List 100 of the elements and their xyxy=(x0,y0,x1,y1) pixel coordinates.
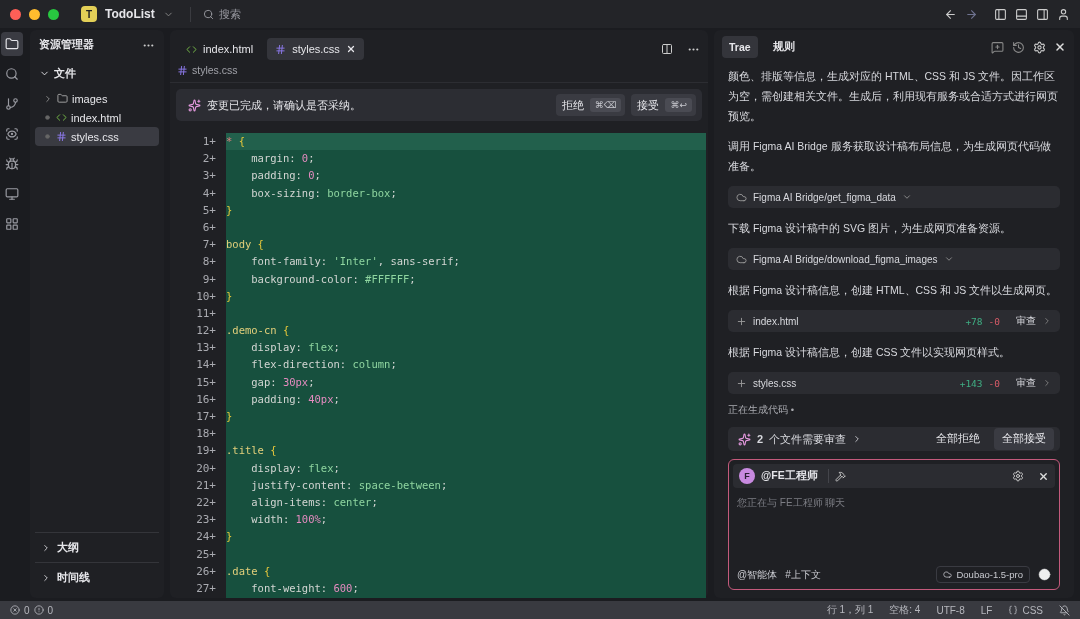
dot-icon xyxy=(45,134,50,139)
agent-avatar: F xyxy=(739,468,755,484)
error-count: 0 xyxy=(24,604,30,616)
code-line: .date { xyxy=(226,563,272,579)
chevron-right-icon xyxy=(1042,316,1052,327)
code-line: display: flex; xyxy=(250,340,341,356)
settings-icon[interactable] xyxy=(1012,470,1024,482)
user-icon[interactable] xyxy=(1057,7,1070,21)
new-chat-icon[interactable] xyxy=(991,40,1004,54)
minimize-window-button[interactable] xyxy=(29,8,40,20)
warning-count: 0 xyxy=(47,604,54,616)
hash-icon xyxy=(177,64,188,76)
panel-right-icon[interactable] xyxy=(1036,7,1049,21)
line-number: 18+ xyxy=(195,426,217,443)
code-line: margin: 0; xyxy=(250,151,316,167)
chat-tab[interactable]: 规则 xyxy=(765,35,802,59)
line-number: 20+ xyxy=(195,460,217,477)
maximize-window-button[interactable] xyxy=(48,8,59,20)
chevron-right-icon xyxy=(1042,378,1052,389)
section-header[interactable]: 文件 xyxy=(35,64,159,83)
file-count: 2 xyxy=(757,433,764,446)
file-tree-item[interactable]: styles.css xyxy=(35,127,159,146)
line-number: 2+ xyxy=(201,151,217,168)
panel-left-icon[interactable] xyxy=(994,7,1007,21)
line-number: 8+ xyxy=(201,254,217,271)
line-number: 26+ xyxy=(195,563,217,580)
file-tree-item[interactable]: images xyxy=(35,89,159,108)
forward-icon[interactable] xyxy=(965,7,978,21)
plus-icon xyxy=(736,315,747,327)
encoding[interactable]: UTF-8 xyxy=(936,604,965,616)
notifications-off-icon[interactable] xyxy=(1059,604,1070,616)
generating-status: 正在生成代码 • xyxy=(728,404,795,418)
sparkles-icon xyxy=(738,432,751,446)
code-line: justify-content: space-between; xyxy=(250,477,449,493)
stop-button[interactable] xyxy=(1038,568,1051,581)
breadcrumb[interactable]: styles.css xyxy=(170,62,708,83)
close-icon[interactable] xyxy=(1038,470,1049,482)
line-number: 15+ xyxy=(195,374,217,391)
chat-tab[interactable]: Trae xyxy=(722,36,758,58)
project-badge: T xyxy=(81,6,97,22)
tool-call-card[interactable]: Figma AI Bridge/get_figma_data xyxy=(728,186,1060,209)
search-field[interactable]: 搜索 xyxy=(189,6,241,22)
code-line: background-color: #FFFFFF; xyxy=(250,271,417,287)
line-number: 24+ xyxy=(195,529,217,546)
language-mode[interactable]: CSS xyxy=(1022,604,1043,616)
cursor-position[interactable]: 行 1，列 1 xyxy=(826,603,874,617)
section-header[interactable]: 时间线 xyxy=(35,562,159,592)
file-tree-item[interactable]: index.html xyxy=(35,108,159,127)
agent-name: @FE工程师 xyxy=(761,469,829,483)
line-ending[interactable]: LF xyxy=(980,604,993,616)
close-window-button[interactable] xyxy=(10,8,21,20)
review-files-link[interactable]: 个文件需要审查 xyxy=(769,431,847,447)
line-number: 23+ xyxy=(195,512,217,529)
code-line: align-items: center; xyxy=(250,494,379,510)
line-number: 27+ xyxy=(195,580,217,597)
panel-bottom-icon[interactable] xyxy=(1015,7,1028,21)
tool-call-card[interactable]: Figma AI Bridge/download_figma_images xyxy=(728,248,1060,271)
editor-tab[interactable]: index.html xyxy=(178,38,262,60)
composer-chip[interactable]: #上下文 xyxy=(785,567,821,582)
composer-chip[interactable]: @智能体 xyxy=(737,567,778,582)
accept-all-button[interactable]: 全部接受 xyxy=(994,428,1054,451)
code-line: box-sizing: border-box; xyxy=(250,185,398,201)
file-change-card[interactable]: styles.css +143 -0 审查 xyxy=(728,372,1060,395)
files-icon[interactable] xyxy=(1,32,23,56)
section-header[interactable]: 大纲 xyxy=(35,532,159,562)
project-name[interactable]: TodoList xyxy=(105,7,155,21)
tools-icon[interactable] xyxy=(834,470,846,482)
line-number: 3+ xyxy=(201,168,217,185)
reject-all-button[interactable]: 全部拒绝 xyxy=(928,428,988,451)
code-line: display: flex; xyxy=(250,460,341,476)
chat-message: 调用 Figma AI Bridge 服务获取设计稿布局信息，为生成网页代码做准备。 xyxy=(728,139,1052,174)
indentation[interactable]: 空格: 4 xyxy=(889,603,921,617)
review-button[interactable]: 接受 ⌘↩ xyxy=(631,94,696,116)
warning-icon xyxy=(33,605,44,615)
history-icon[interactable] xyxy=(1012,40,1025,54)
close-icon[interactable] xyxy=(1054,41,1066,53)
panel-title: 资源管理器 xyxy=(39,38,94,52)
line-number: 14+ xyxy=(195,357,217,374)
folder-icon xyxy=(57,93,68,104)
model-selector[interactable]: Doubao-1.5-pro xyxy=(936,566,1030,583)
review-button[interactable]: 拒绝 ⌘⌫ xyxy=(555,94,626,116)
search-icon xyxy=(202,8,214,20)
split-editor-icon[interactable] xyxy=(661,43,673,55)
settings-icon[interactable] xyxy=(1033,40,1046,54)
file-change-card[interactable]: index.html +78 -0 审查 xyxy=(728,310,1060,333)
chevron-right-icon xyxy=(43,93,53,104)
hash-icon xyxy=(56,131,67,142)
code-line: font-family: 'Inter', sans-serif; xyxy=(250,254,461,270)
cloud-icon xyxy=(736,253,747,265)
code-line: } xyxy=(226,529,234,545)
line-number: 16+ xyxy=(195,391,217,408)
dot-icon xyxy=(45,115,50,120)
line-number: 6+ xyxy=(201,219,217,236)
close-icon[interactable] xyxy=(345,44,356,54)
code-line: } xyxy=(226,409,234,424)
plus-icon xyxy=(736,377,747,389)
back-icon[interactable] xyxy=(944,7,957,21)
editor-tab[interactable]: styles.css xyxy=(267,38,364,60)
line-number: 11+ xyxy=(195,305,217,322)
chat-input[interactable]: F @FE工程师 您正在与 FE工程师 聊天 @智能体 #上下文 Doubao-1.5-pro xyxy=(728,459,1060,590)
